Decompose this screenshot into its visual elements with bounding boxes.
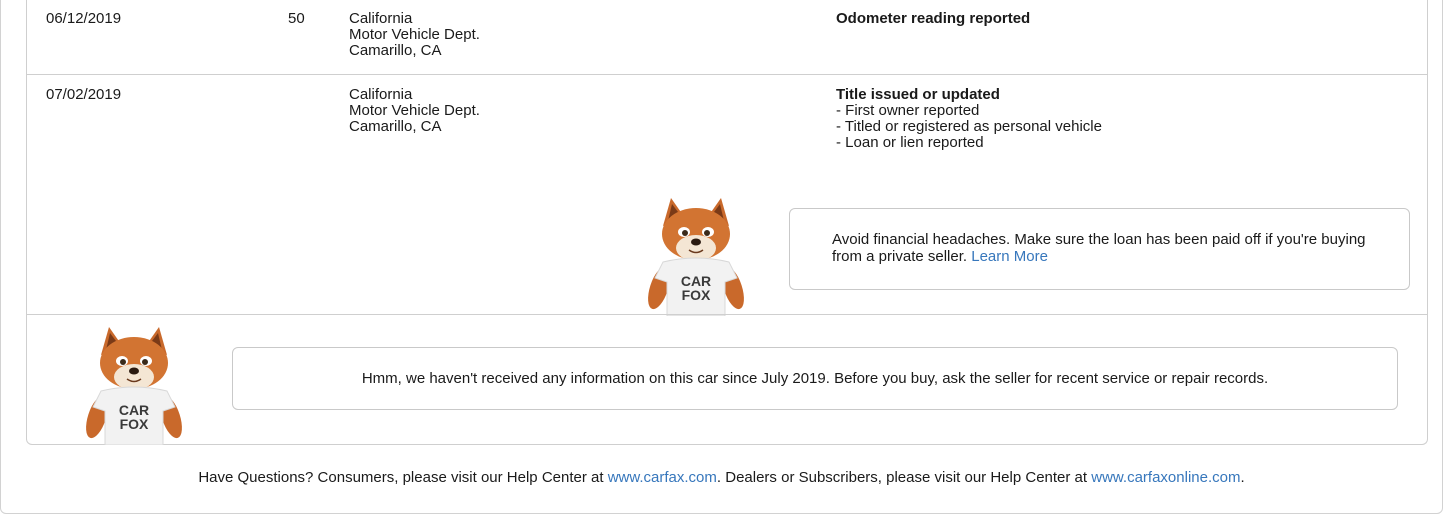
lien-tip-box: Avoid financial headaches. Make sure the…	[789, 208, 1410, 290]
row-divider	[27, 74, 1427, 75]
carfox-mascot-icon: CAR FOX	[648, 198, 744, 316]
record-title: Odometer reading reported	[836, 10, 1031, 27]
record-detail: - First owner reported	[836, 102, 980, 119]
lien-tip-text: Avoid financial headaches. Make sure the…	[832, 231, 1366, 265]
history-page: 06/12/2019 50 California Motor Vehicle D…	[0, 0, 1453, 518]
source-line: Motor Vehicle Dept.	[349, 102, 480, 119]
carfox-mascot-icon: CAR FOX	[86, 327, 182, 445]
footer-text: Have Questions? Consumers, please visit …	[198, 469, 604, 486]
learn-more-link[interactable]: Learn More	[971, 248, 1048, 265]
source-line: Motor Vehicle Dept.	[349, 26, 480, 43]
record-detail: - Titled or registered as personal vehic…	[836, 118, 1102, 135]
footer-text: . Dealers or Subscribers, please visit o…	[716, 469, 1088, 486]
shirt-text: FOX	[120, 416, 149, 432]
source-line: Camarillo, CA	[349, 118, 442, 135]
source-line: California	[349, 86, 413, 103]
record-date: 07/02/2019	[46, 86, 122, 103]
record-comments: Title issued or updated - First owner re…	[836, 87, 1102, 151]
record-comments: Odometer reading reported	[836, 11, 1030, 27]
record-title: Title issued or updated	[836, 86, 1000, 103]
help-footer: Have Questions? Consumers, please visit …	[0, 469, 1443, 486]
no-info-tip-text: Hmm, we haven't received any information…	[361, 370, 1269, 387]
record-mileage: 50	[288, 10, 305, 27]
source-line: Camarillo, CA	[349, 42, 442, 59]
shirt-text: FOX	[682, 287, 711, 303]
record-detail: - Loan or lien reported	[836, 134, 984, 151]
footer-text: .	[1240, 469, 1245, 486]
history-records-table: 06/12/2019 50 California Motor Vehicle D…	[26, 0, 1428, 445]
carfaxonline-link[interactable]: www.carfaxonline.com	[1091, 469, 1240, 486]
row-divider	[27, 314, 1427, 315]
record-source: California Motor Vehicle Dept. Camarillo…	[349, 11, 480, 59]
no-info-tip-box: Hmm, we haven't received any information…	[232, 347, 1398, 410]
record-date: 06/12/2019	[46, 10, 122, 27]
carfax-link[interactable]: www.carfax.com	[608, 469, 717, 486]
source-line: California	[349, 10, 413, 27]
record-source: California Motor Vehicle Dept. Camarillo…	[349, 87, 480, 135]
